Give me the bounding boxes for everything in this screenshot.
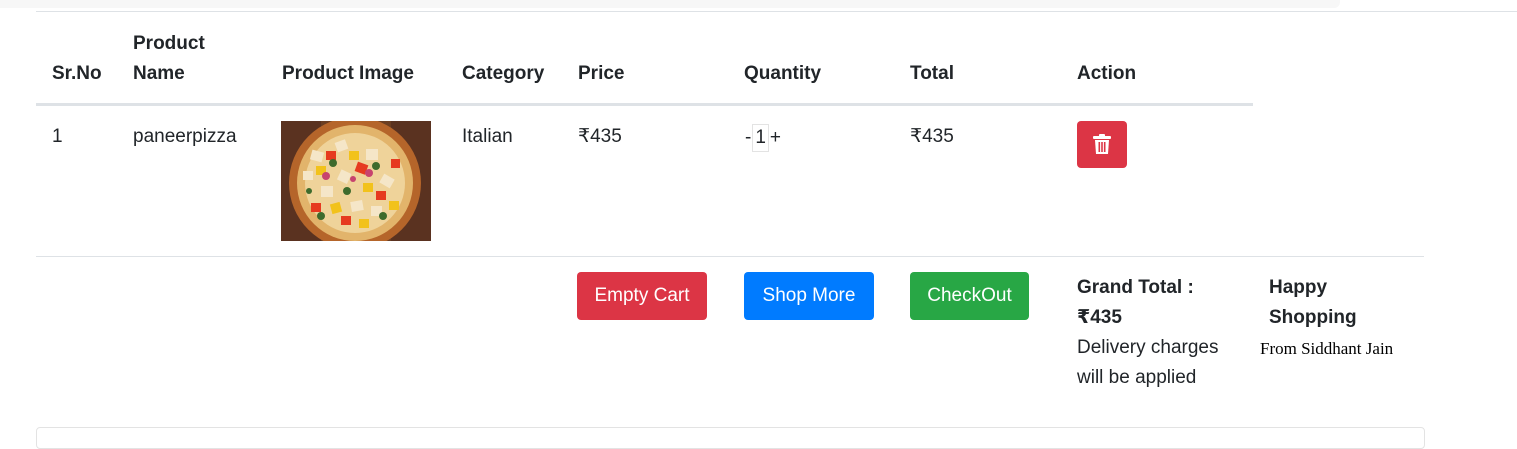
row-category: Italian (462, 126, 513, 147)
grand-total-value: ₹435 (1077, 307, 1122, 328)
row-sr-no: 1 (52, 126, 63, 147)
author-credit: From Siddhant Jain (1260, 339, 1394, 358)
header-total: Total (910, 63, 954, 84)
row-product-name: paneerpizza (133, 126, 237, 147)
header-product-name: Product Name (133, 33, 205, 84)
empty-cart-button[interactable]: Empty Cart (577, 272, 707, 320)
increase-quantity-button[interactable]: + (769, 123, 782, 153)
header-quantity: Quantity (744, 63, 822, 84)
grand-total-block: Grand Total : ₹435 Delivery charges will… (1077, 273, 1247, 393)
header-product-image: Product Image (282, 63, 414, 84)
header-action: Action (1077, 63, 1137, 84)
grand-total-label: Grand Total : (1077, 277, 1194, 298)
header-price: Price (578, 63, 625, 84)
browser-top-edge (0, 0, 1340, 8)
delete-item-button[interactable] (1077, 121, 1127, 168)
header-sr-no: Sr.No (52, 63, 102, 84)
checkout-button[interactable]: CheckOut (910, 272, 1029, 320)
quantity-stepper: - 1 + (744, 123, 782, 153)
trash-icon (1093, 134, 1111, 154)
table-top-border (36, 11, 1517, 12)
row-price: ₹435 (578, 126, 622, 147)
quantity-value[interactable]: 1 (752, 124, 769, 152)
header-category: Category (462, 63, 545, 84)
decrease-quantity-button[interactable]: - (744, 123, 752, 153)
shop-more-button[interactable]: Shop More (744, 272, 874, 320)
table-header-divider (36, 103, 1253, 106)
happy-shopping-text: Happy Shopping (1269, 277, 1357, 328)
bottom-card (36, 427, 1425, 449)
row-total: ₹435 (910, 126, 954, 147)
delivery-note: Delivery charges will be applied (1077, 337, 1219, 388)
pizza-image (281, 121, 431, 241)
product-image (281, 121, 431, 241)
row-divider (36, 256, 1424, 257)
